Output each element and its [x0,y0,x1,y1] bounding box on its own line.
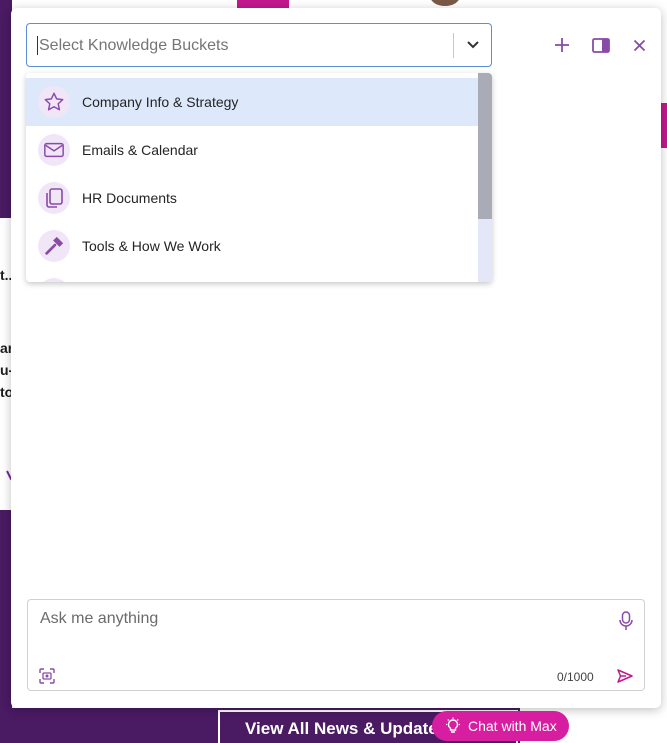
background-right-accent [660,103,667,148]
plus-icon [555,38,569,52]
close-button[interactable] [628,34,650,56]
send-icon [617,669,633,683]
send-button[interactable] [614,666,636,686]
kb-option-partial[interactable] [26,270,478,282]
close-icon [633,39,645,51]
kb-option-label: Company Info & Strategy [82,94,239,110]
chat-with-max-button[interactable]: Chat with Max [432,711,569,741]
chat-with-max-label: Chat with Max [468,718,557,734]
text-cursor [37,36,38,55]
kb-option-label: Emails & Calendar [82,142,198,158]
knowledge-bucket-list: Company Info & Strategy Emails & Calenda… [26,73,492,282]
copy-icon [38,182,70,214]
knowledge-bucket-select[interactable]: Select Knowledge Buckets [26,23,492,67]
kb-option-label: Tools & How We Work [82,238,221,254]
chat-panel: Select Knowledge Buckets Company Info & … [11,8,661,708]
toggle-side-panel-button[interactable] [590,34,612,56]
scrollbar-thumb[interactable] [478,73,492,219]
screenshot-icon [39,668,55,684]
kb-option-hr-documents[interactable]: HR Documents [26,174,478,222]
voice-input-button[interactable] [616,610,636,632]
chevron-down-icon [467,41,479,49]
message-input-placeholder: Ask me anything [40,610,159,627]
knowledge-bucket-placeholder: Select Knowledge Buckets [39,37,229,54]
hammer-icon [38,230,70,262]
message-composer[interactable]: Ask me anything 0/1000 [27,599,645,691]
side-panel-icon [592,37,610,53]
partial-option-icon [38,278,70,282]
kb-option-emails-calendar[interactable]: Emails & Calendar [26,126,478,174]
lightbulb-icon [446,717,460,733]
character-counter: 0/1000 [557,670,594,684]
mail-icon [38,134,70,166]
background-top-tab [237,0,289,8]
kb-option-tools-how-we-work[interactable]: Tools & How We Work [26,222,478,270]
dropdown-toggle-button[interactable] [454,24,492,66]
kb-option-company-info[interactable]: Company Info & Strategy [26,78,478,126]
microphone-icon [619,611,633,630]
screenshot-button[interactable] [38,667,56,685]
new-chat-button[interactable] [551,34,573,56]
star-icon [38,86,70,118]
background-avatar [430,0,460,6]
kb-option-label: HR Documents [82,190,177,206]
